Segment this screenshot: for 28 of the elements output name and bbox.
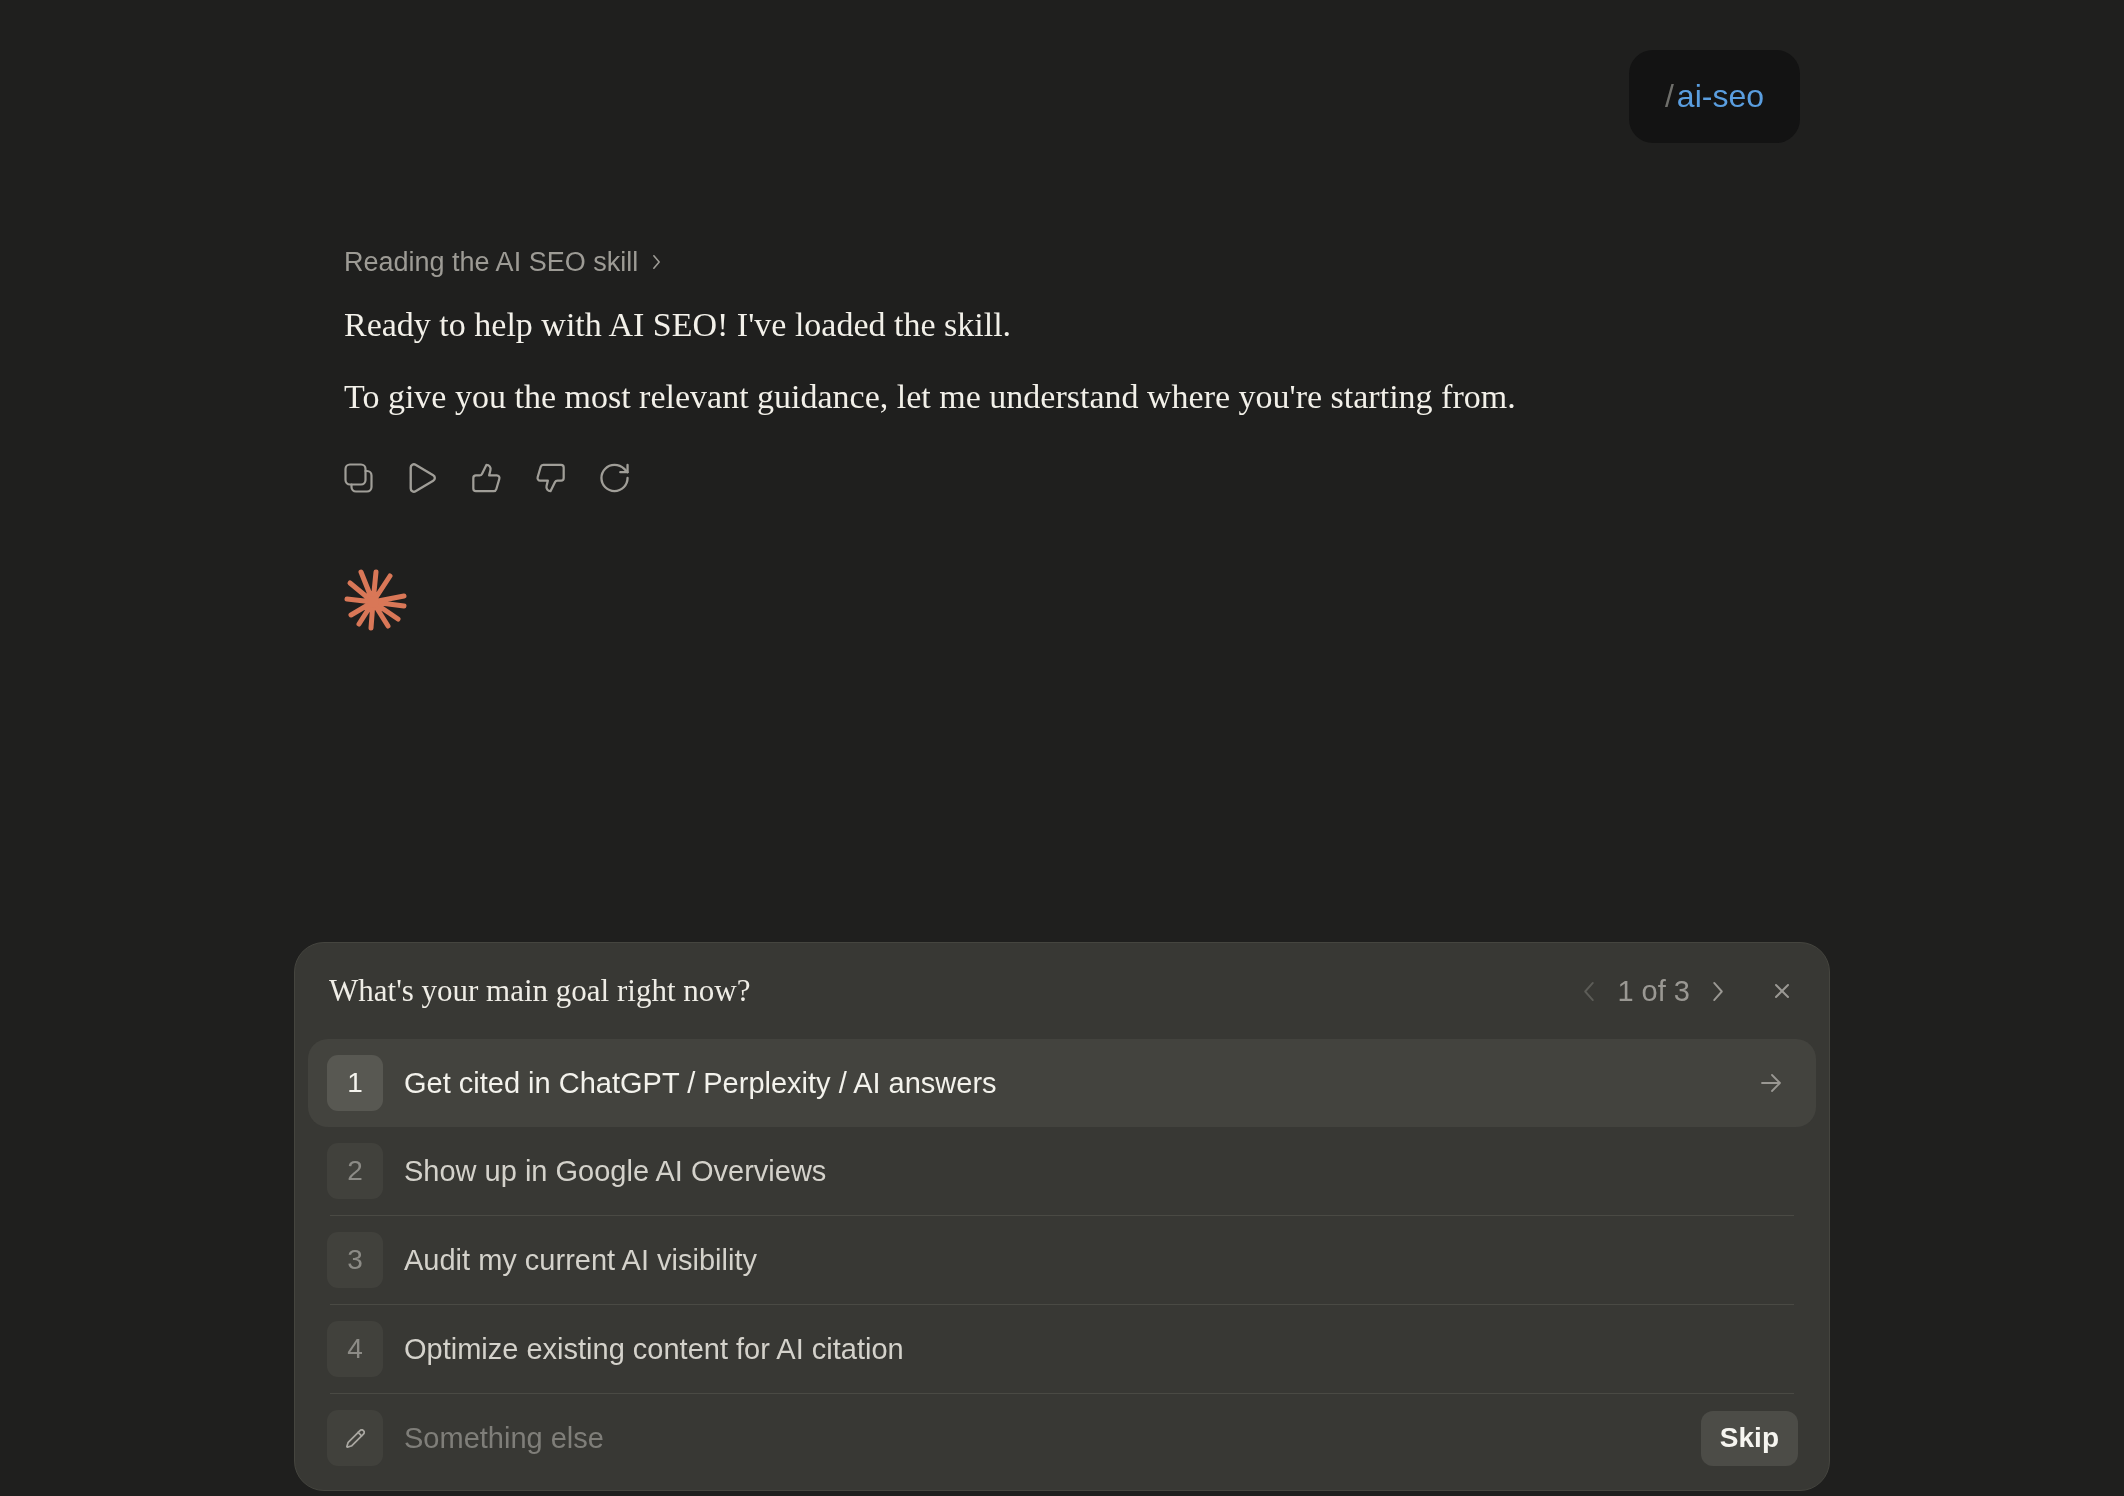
thumbs-up-icon[interactable] xyxy=(472,463,501,493)
play-icon[interactable] xyxy=(408,463,437,493)
starburst-icon xyxy=(344,568,408,632)
pencil-icon xyxy=(327,1410,383,1466)
thumbs-down-icon[interactable] xyxy=(536,463,565,493)
chevron-right-icon xyxy=(652,254,662,270)
option-number: 3 xyxy=(327,1232,383,1288)
arrow-right-icon xyxy=(1760,1073,1782,1093)
page-counter: 1 of 3 xyxy=(1617,974,1690,1008)
option-row[interactable]: 2 Show up in Google AI Overviews xyxy=(308,1127,1816,1215)
option-number: 2 xyxy=(327,1143,383,1199)
message-paragraph: Ready to help with AI SEO! I've loaded the skill. xyxy=(344,305,1012,345)
question-title: What's your main goal right now? xyxy=(329,972,752,1010)
input-field[interactable]: Something else xyxy=(404,1410,1701,1466)
option-row[interactable]: 4 Optimize existing content for AI citation xyxy=(308,1305,1816,1393)
skip-button[interactable]: Skip xyxy=(1700,1410,1798,1466)
option-number: 1 xyxy=(327,1055,383,1111)
tool-step-link[interactable]: Reading the AI SEO skill xyxy=(344,244,662,280)
option-row[interactable]: 3 Audit my current AI visibility xyxy=(308,1216,1816,1304)
chevron-right-icon[interactable] xyxy=(1712,980,1724,1002)
circular-arrow-icon[interactable] xyxy=(600,463,629,493)
option-number: 4 xyxy=(327,1321,383,1377)
copy-icon[interactable] xyxy=(344,463,373,493)
option-row[interactable]: 1 Get cited in ChatGPT / Perplexity / AI answers xyxy=(308,1039,1816,1127)
command-text: ai-seo xyxy=(1676,78,1764,115)
message-paragraph: To give you the most relevant guidance, let me understand where you're starting from. xyxy=(344,377,1516,417)
slash-text: / xyxy=(1664,78,1674,115)
close-icon[interactable] xyxy=(1774,983,1790,999)
